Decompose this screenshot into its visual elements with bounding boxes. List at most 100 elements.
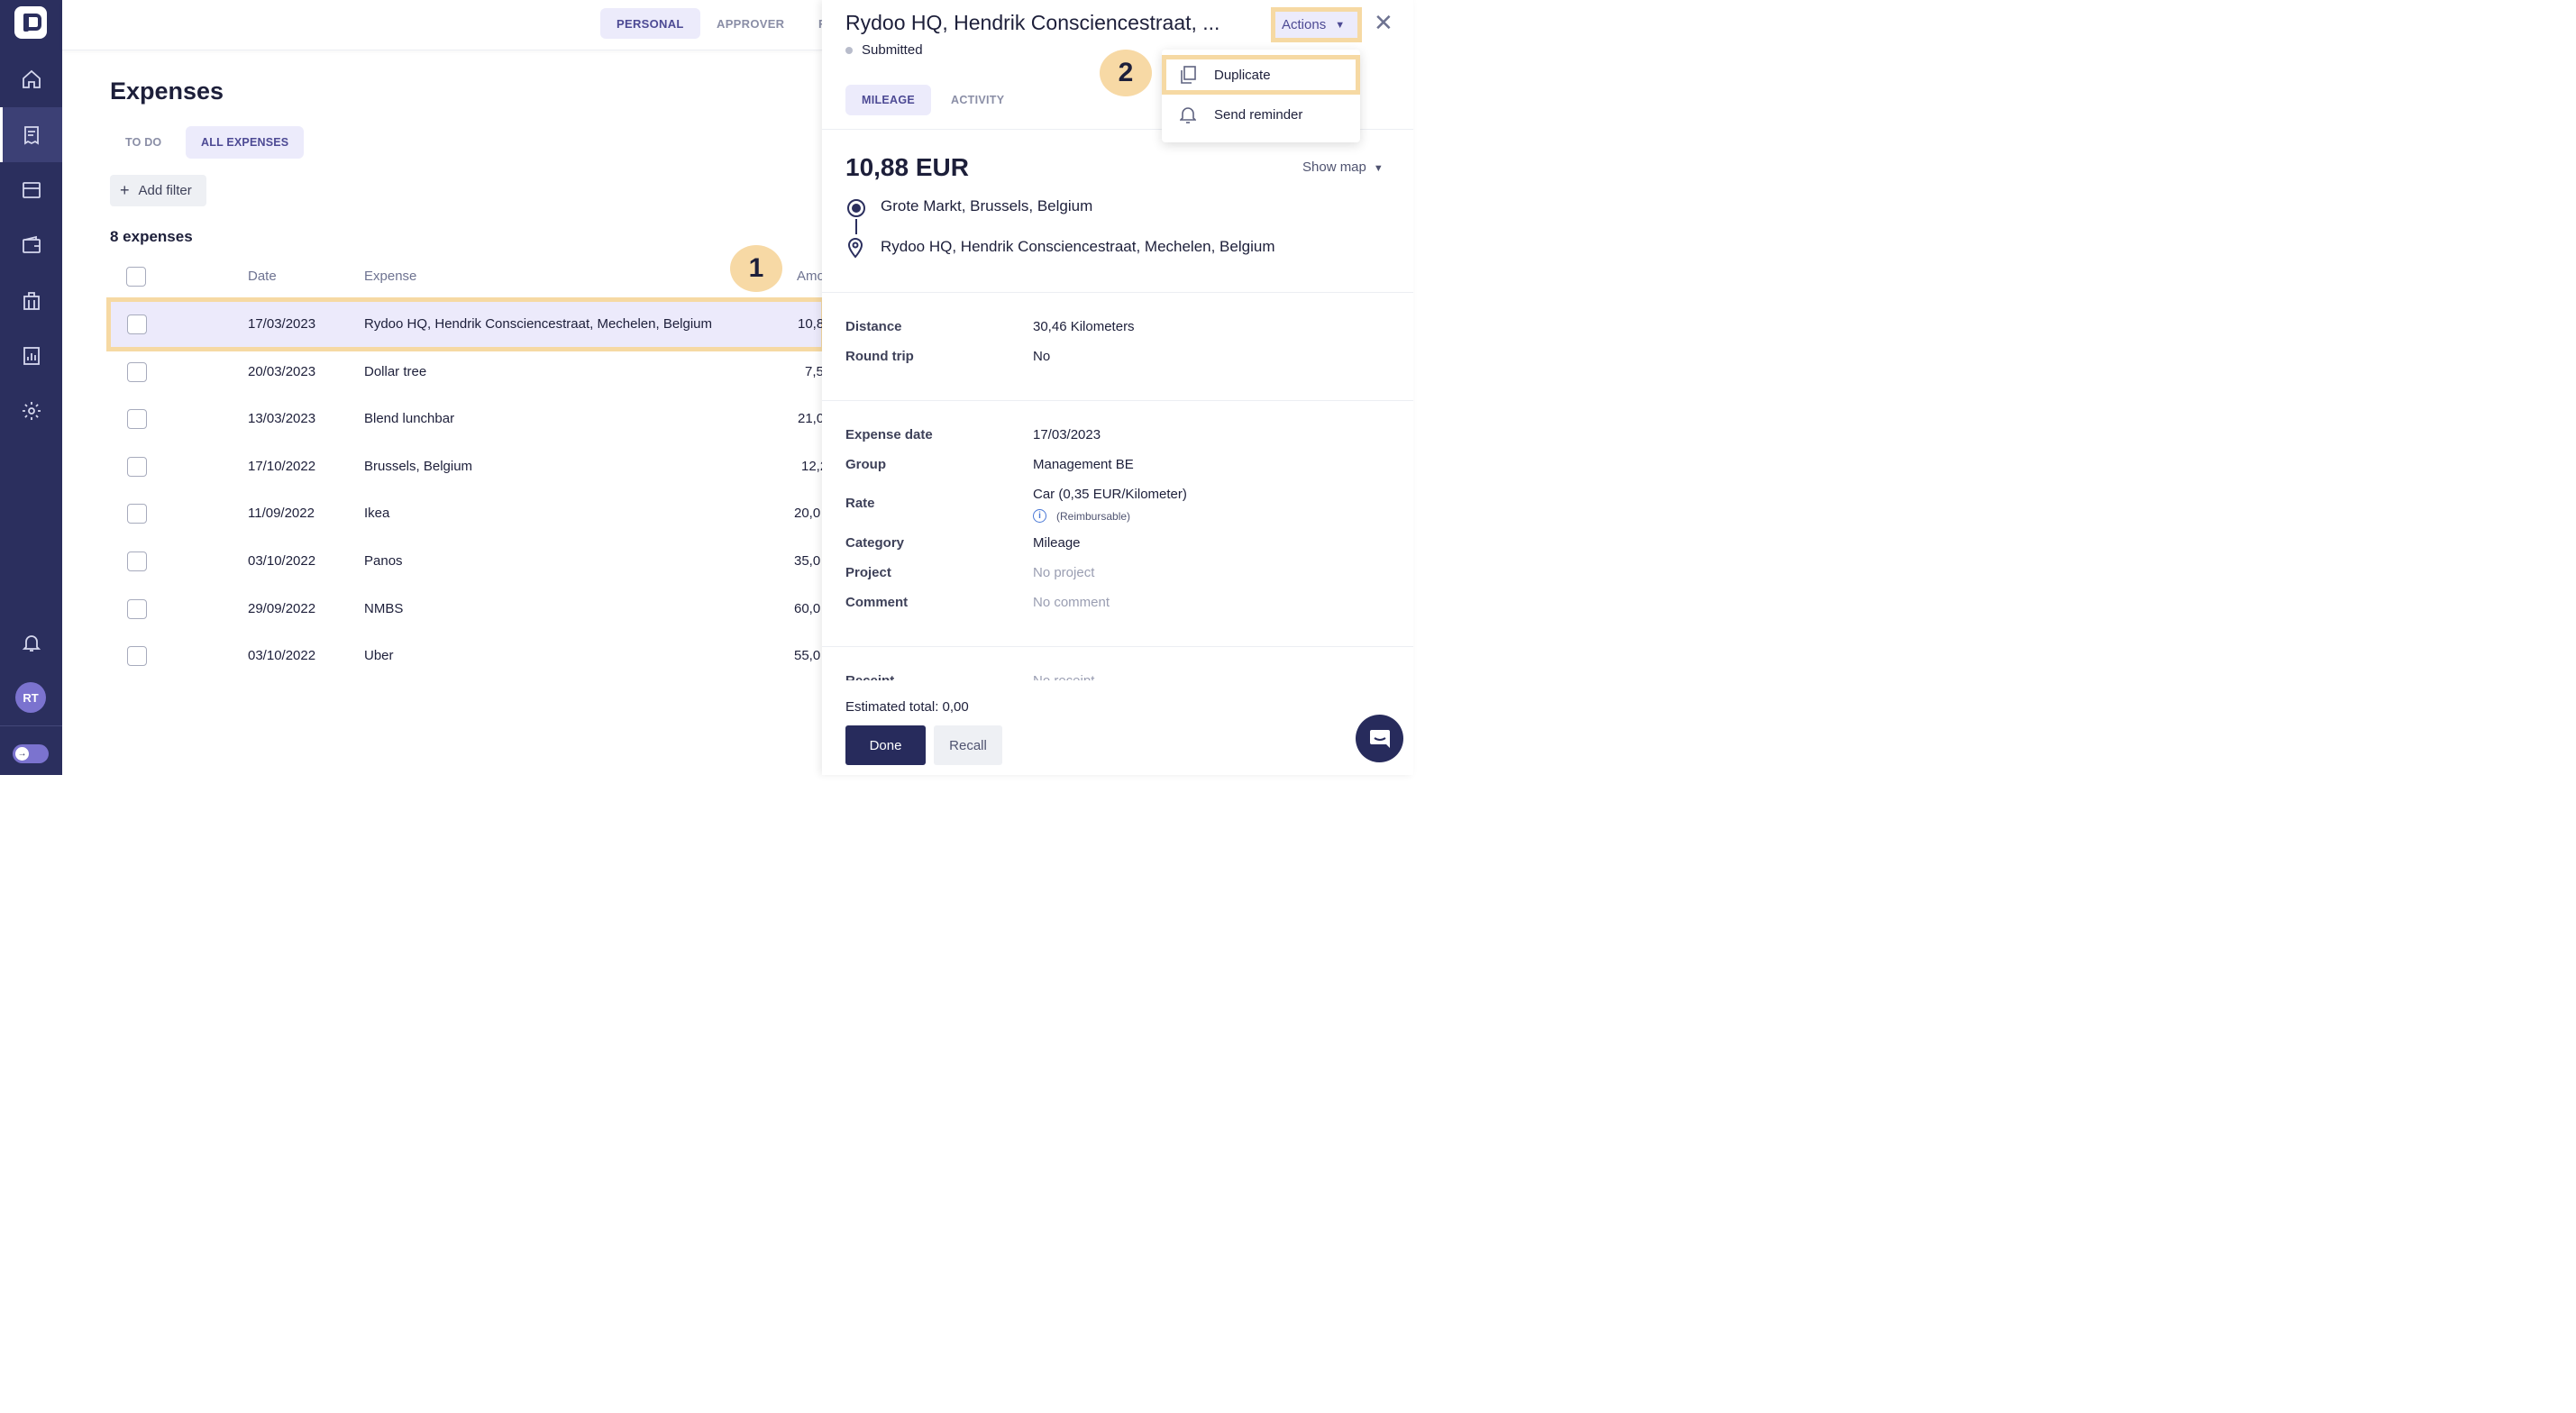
home-icon[interactable] [0,51,62,106]
row-checkbox[interactable] [127,315,147,334]
row-checkbox[interactable] [127,362,147,382]
expense-date-value: 17/03/2023 [1033,427,1101,442]
panel-footer: Estimated total: 0,00 Done Recall [822,680,1413,775]
duplicate-menu-item[interactable]: Duplicate [1162,55,1360,95]
done-button[interactable]: Done [845,725,926,765]
column-header-expense[interactable]: Expense [364,269,416,284]
tab-all-expenses[interactable]: ALL EXPENSES [186,126,305,159]
select-all-checkbox[interactable] [126,267,146,287]
top-bar: PERSONAL APPROVER F [62,0,826,50]
wallet-icon[interactable] [0,217,62,272]
divider [822,400,1413,401]
tab-personal[interactable]: PERSONAL [600,8,700,39]
sidebar-divider [0,725,62,726]
table-row[interactable]: 03/10/2022 Panos 35,0 [110,538,822,585]
column-header-date[interactable]: Date [248,269,277,284]
expense-amount: 10,88 EUR [845,153,969,181]
duplicate-label: Duplicate [1214,67,1271,83]
column-header-amount[interactable]: Amo [797,269,825,284]
expense-date-label: Expense date [845,427,933,442]
actions-dropdown: Duplicate Send reminder [1162,50,1360,142]
divider [822,292,1413,293]
row-checkbox[interactable] [127,504,147,524]
avatar[interactable]: RT [15,682,46,713]
row-date: 20/03/2023 [248,364,316,379]
tab-to-do[interactable]: TO DO [110,126,177,159]
table-row[interactable]: 03/10/2022 Uber 55,0 [110,633,822,679]
row-checkbox[interactable] [127,552,147,571]
project-label: Project [845,565,891,580]
group-value: Management BE [1033,457,1134,472]
tab-approver[interactable]: APPROVER [700,8,800,39]
add-filter-label: Add filter [138,183,192,198]
distance-label: Distance [845,319,902,334]
table-row[interactable]: 13/03/2023 Blend lunchbar 21,0 [110,396,824,442]
tab-activity[interactable]: ACTIVITY [935,85,1020,115]
category-label: Category [845,535,905,551]
step-marker-1: 1 [730,245,782,292]
actions-button[interactable]: Actions ▼ [1271,7,1362,42]
sidebar: RT → [0,0,62,775]
row-amount: 60,0 [794,601,821,616]
row-date: 03/10/2022 [248,648,316,663]
cards-icon[interactable] [0,162,62,217]
settings-icon[interactable] [0,383,62,438]
tab-mileage[interactable]: MILEAGE [845,85,932,115]
row-checkbox[interactable] [127,646,147,666]
table-row[interactable]: 17/03/2023 Rydoo HQ, Hendrik Consciences… [106,297,826,351]
company-icon[interactable] [0,273,62,328]
row-date: 29/09/2022 [248,601,316,616]
info-icon[interactable]: i [1033,509,1046,523]
row-expense: NMBS [364,601,404,616]
row-date: 17/03/2023 [248,316,316,332]
estimated-total: Estimated total: 0,00 [845,699,969,715]
add-filter-button[interactable]: + Add filter [110,175,206,206]
divider [822,646,1413,647]
send-reminder-menu-item[interactable]: Send reminder [1162,95,1360,134]
row-expense: Uber [364,648,394,663]
category-value: Mileage [1033,535,1081,551]
row-expense: Rydoo HQ, Hendrik Consciencestraat, Mech… [364,316,713,332]
comment-label: Comment [845,595,909,610]
sidebar-toggle[interactable]: → [13,744,49,763]
route-origin: Grote Markt, Brussels, Belgium [881,197,1093,214]
chevron-down-icon: ▼ [1335,19,1346,31]
panel-title: Rydoo HQ, Hendrik Consciencestraat, ... [845,11,1220,34]
reports-icon[interactable] [0,328,62,383]
row-expense: Dollar tree [364,364,427,379]
rate-value: Car (0,35 EUR/Kilometer) [1033,487,1187,502]
origin-marker-icon [847,199,865,217]
table-row[interactable]: 11/09/2022 Ikea 20,0 [110,490,822,537]
actions-label: Actions [1282,17,1327,32]
row-date: 17/10/2022 [248,459,316,474]
row-amount: 10,8 [798,316,825,332]
chat-button[interactable] [1356,715,1403,762]
step-marker-2: 2 [1100,50,1152,96]
table-row[interactable]: 20/03/2023 Dollar tree 7,5 [110,349,824,396]
page-title: Expenses [110,77,224,105]
row-checkbox[interactable] [127,599,147,619]
bell-icon [1180,107,1196,123]
bell-icon[interactable] [0,615,62,670]
rydoo-logo[interactable] [14,6,47,39]
show-map-label: Show map [1302,160,1366,175]
table-row[interactable]: 29/09/2022 NMBS 60,0 [110,586,822,633]
row-date: 11/09/2022 [248,506,315,521]
distance-value: 30,46 Kilometers [1033,319,1135,334]
show-map-toggle[interactable]: Show map ▼ [1302,160,1384,175]
route-destination: Rydoo HQ, Hendrik Consciencestraat, Mech… [881,238,1275,255]
table-row[interactable]: 17/10/2022 Brussels, Belgium 12,2 [110,443,827,490]
duplicate-icon [1181,66,1196,84]
send-reminder-label: Send reminder [1214,106,1303,123]
close-icon[interactable]: ✕ [1374,11,1393,34]
row-checkbox[interactable] [127,457,147,477]
arrow-right-icon: → [15,747,29,761]
row-amount: 7,5 [805,364,824,379]
row-date: 13/03/2023 [248,411,316,426]
expenses-icon[interactable] [0,107,62,162]
chat-icon [1369,729,1390,748]
row-checkbox[interactable] [127,409,147,429]
reimbursable-note: i (Reimbursable) [1033,509,1130,523]
reimbursable-label: (Reimbursable) [1056,509,1131,523]
recall-button[interactable]: Recall [934,725,1002,765]
